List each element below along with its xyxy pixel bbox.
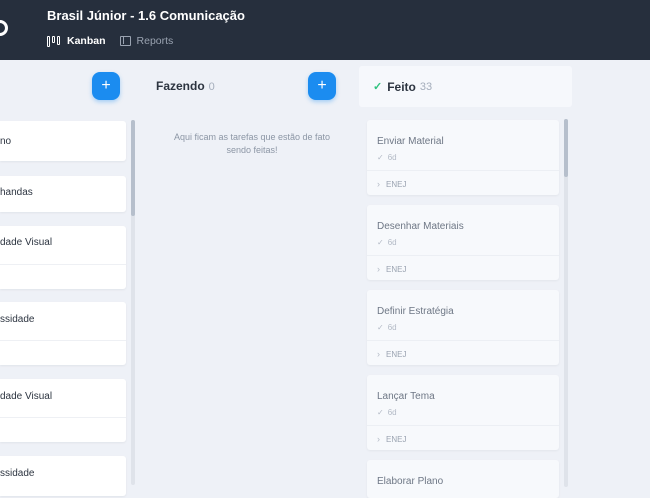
card-divider [367, 255, 559, 256]
column-count: 0 [208, 81, 215, 93]
list-item[interactable]: handas [0, 176, 126, 212]
project-title: Brasil Júnior - 1.6 Comunicação [47, 8, 245, 23]
add-card-button-fazendo[interactable]: + [308, 72, 336, 100]
plus-icon: + [101, 77, 111, 94]
column-title: Feito [387, 79, 416, 94]
card-title: Enviar Material [377, 136, 444, 147]
card-title: Definir Estratégia [377, 306, 454, 317]
list-item[interactable]: no [0, 121, 126, 161]
card-divider [0, 340, 126, 341]
card-project-label: ENEJ [386, 434, 407, 444]
card-divider [367, 425, 559, 426]
card-age: ✓ 6d [377, 153, 397, 162]
card-project[interactable]: › ENEJ [377, 179, 406, 189]
chevron-right-icon: › [377, 179, 380, 189]
kanban-icon [47, 35, 61, 47]
card-title: Elaborar Plano [377, 476, 444, 487]
card-title: dade Visual [0, 237, 53, 248]
card-age: ✓ 6d [377, 238, 397, 247]
card-title: ssidade [0, 468, 35, 479]
list-item[interactable]: Definir Estratégia ✓ 6d › ENEJ [367, 290, 559, 365]
list-item[interactable]: dade Visual [0, 226, 126, 289]
column-title: Fazendo [156, 79, 205, 93]
check-icon: ✓ [373, 81, 383, 93]
list-item[interactable]: Lançar Tema ✓ 6d › ENEJ [367, 375, 559, 450]
card-title: dade Visual [0, 391, 53, 402]
card-age-value: 6d [387, 153, 397, 162]
top-bar: Brasil Júnior - 1.6 Comunicação Kanban R… [0, 0, 650, 60]
card-age: ✓ 6d [377, 408, 397, 417]
card-divider [367, 340, 559, 341]
card-divider [0, 417, 126, 418]
tab-kanban-label: Kanban [67, 35, 106, 47]
card-age-value: 6d [387, 238, 397, 247]
card-project[interactable]: › ENEJ [377, 349, 406, 359]
list-item[interactable]: ssidade [0, 456, 126, 496]
left-column-scroll-thumb[interactable] [131, 120, 135, 216]
card-title: handas [0, 187, 33, 198]
card-divider [367, 170, 559, 171]
card-divider [0, 264, 126, 265]
card-age: ✓ 6d [377, 323, 397, 332]
card-project[interactable]: › ENEJ [377, 434, 406, 444]
chevron-right-icon: › [377, 434, 380, 444]
chevron-right-icon: › [377, 264, 380, 274]
reports-icon [119, 36, 131, 46]
card-project-label: ENEJ [386, 179, 407, 189]
card-title: Lançar Tema [377, 391, 435, 402]
chevron-right-icon: › [377, 349, 380, 359]
card-age-value: 6d [387, 408, 397, 417]
list-item[interactable]: Elaborar Plano [367, 460, 559, 498]
check-icon: ✓ [377, 408, 384, 417]
tab-reports[interactable]: Reports [119, 35, 174, 47]
card-age-value: 6d [387, 323, 397, 332]
card-project[interactable]: › ENEJ [377, 264, 406, 274]
empty-column-message: Aqui ficam as tarefas que estão de fato … [173, 132, 331, 155]
column-header-fazendo: Fazendo 0 [156, 79, 215, 93]
check-icon: ✓ [377, 323, 384, 332]
list-item[interactable]: dade Visual [0, 379, 126, 442]
card-project-label: ENEJ [386, 264, 407, 274]
check-icon: ✓ [377, 238, 384, 247]
list-item[interactable]: ssidade [0, 302, 126, 365]
tab-reports-label: Reports [136, 35, 174, 47]
app-logo-icon[interactable] [0, 20, 8, 36]
feito-column-scroll-thumb[interactable] [564, 119, 568, 177]
list-item[interactable]: Desenhar Materiais ✓ 6d › ENEJ [367, 205, 559, 280]
add-card-button-left[interactable]: + [92, 72, 120, 100]
plus-icon: + [317, 77, 327, 94]
card-title: no [0, 136, 12, 147]
card-project-label: ENEJ [386, 349, 407, 359]
column-header-feito: ✓ Feito 33 [359, 66, 572, 107]
check-icon: ✓ [377, 153, 384, 162]
card-title: ssidade [0, 314, 35, 325]
view-nav: Kanban Reports [47, 35, 187, 47]
card-title: Desenhar Materiais [377, 221, 464, 232]
column-count: 33 [419, 80, 433, 93]
list-item[interactable]: Enviar Material ✓ 6d › ENEJ [367, 120, 559, 195]
tab-kanban[interactable]: Kanban [47, 35, 106, 47]
